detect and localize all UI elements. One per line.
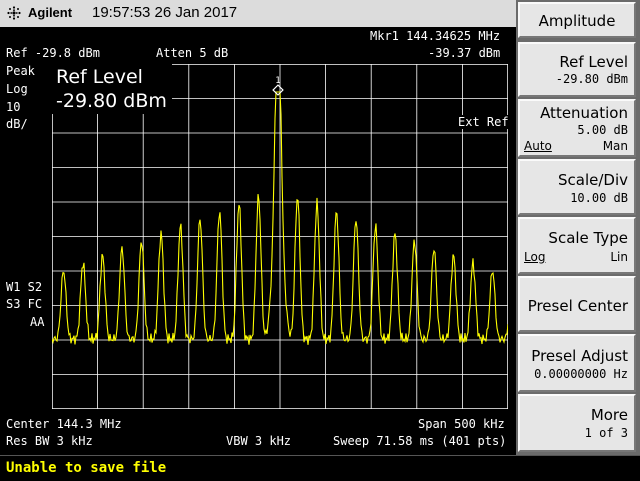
marker-frequency-readout: Mkr1 144.34625 MHz [370,29,501,43]
trace-flags-line1: W1 S2 [6,280,43,294]
agilent-logo-icon [7,6,21,20]
active-function-name: Ref Level [56,66,143,88]
status-message: Unable to save file [6,460,167,476]
scale-div-softkey[interactable]: Scale/Div 10.00 dB [518,159,636,215]
ext-ref-indicator: Ext Ref [458,115,509,129]
trace-flags-line3: AA [30,315,45,329]
scale-div-softkey-label: Scale/Div [557,171,628,189]
more-softkey[interactable]: More 1 of 3 [518,394,636,452]
menu-title-label: Amplitude [538,12,616,30]
scale-type-label: Log [6,82,28,96]
attenuation-softkey[interactable]: Attenuation 5.00 dB Auto Man [518,99,636,157]
presel-adjust-softkey-value: 0.00000000 Hz [534,367,628,381]
resolution-bandwidth: Res BW 3 kHz [6,434,93,448]
marker-number: 1 [275,76,280,86]
softkey-panel: Amplitude Ref Level -29.80 dBm Attenuati… [516,0,640,455]
scale-value-label: 10 [6,100,21,114]
date-time: 19:57:53 26 Jan 2017 [92,4,238,21]
spectrum-display[interactable]: 1 [52,64,508,409]
brand-name: Agilent [28,5,73,20]
scale-type-lin-option: Lin [610,250,628,264]
trace-flags-line2: S3 FC [6,297,43,311]
graticule [52,64,508,409]
presel-center-softkey[interactable]: Presel Center [518,276,636,332]
attenuation-softkey-label: Attenuation [540,104,628,122]
ref-level-readout: Ref -29.8 dBm [6,46,100,60]
marker-diamond-icon [272,84,284,96]
status-bar: Unable to save file [0,455,640,481]
video-bandwidth: VBW 3 kHz [226,434,292,448]
attenuation-readout: Atten 5 dB [156,46,229,60]
softkey-menu-title: Amplitude [518,2,636,38]
presel-adjust-softkey[interactable]: Presel Adjust 0.00000000 Hz [518,334,636,392]
center-frequency: Center 144.3 MHz [6,417,122,431]
scale-type-softkey-label: Scale Type [548,229,628,247]
scale-unit-label: dB/ [6,117,28,131]
active-function-value: -29.80 dBm [56,90,167,112]
title-bar: Agilent 19:57:53 26 Jan 2017 [0,0,516,27]
ref-level-softkey-value: -29.80 dBm [555,72,628,86]
presel-center-softkey-label: Presel Center [527,297,628,315]
attenuation-auto-option: Auto [524,139,552,153]
marker-amplitude-readout: -39.37 dBm [428,46,501,60]
sweep-time: Sweep 71.58 ms (401 pts) [333,434,507,448]
more-softkey-page: 1 of 3 [584,426,628,440]
span-readout: Span 500 kHz [418,417,505,431]
attenuation-man-option: Man [602,139,628,153]
scale-type-log-option: Log [524,250,546,264]
scale-type-softkey[interactable]: Scale Type Log Lin [518,217,636,274]
ref-level-softkey-label: Ref Level [559,53,628,71]
scale-div-softkey-value: 10.00 dB [570,191,628,205]
more-softkey-label: More [590,406,628,424]
attenuation-softkey-value: 5.00 dB [577,123,628,137]
ref-level-softkey[interactable]: Ref Level -29.80 dBm [518,42,636,97]
detector-label: Peak [6,64,35,78]
presel-adjust-softkey-label: Presel Adjust [531,347,628,365]
